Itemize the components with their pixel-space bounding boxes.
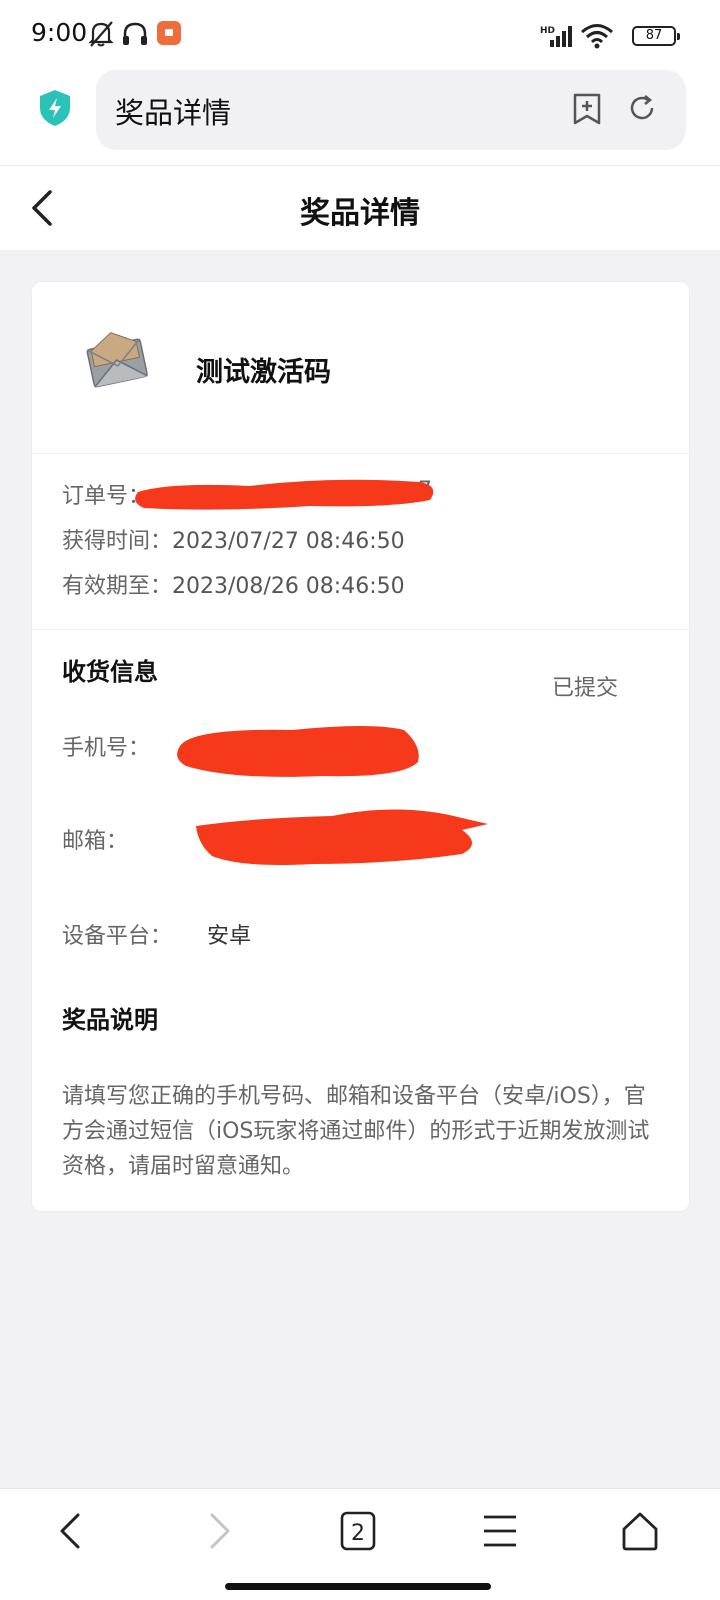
description-title: 奖品说明	[62, 1006, 158, 1034]
reload-icon[interactable]	[626, 92, 658, 128]
battery-icon: 87	[632, 26, 680, 46]
platform-value: 安卓	[207, 924, 252, 949]
redaction-mark	[196, 809, 488, 865]
browser-address-bar: 奖品详情	[0, 70, 720, 166]
wifi-icon	[580, 23, 616, 53]
bell-off-icon	[88, 20, 114, 52]
envelope-image	[84, 330, 150, 398]
network-type: HD	[540, 26, 555, 36]
redaction-mark	[135, 479, 434, 510]
menu-icon[interactable]	[480, 1509, 524, 1553]
home-indicator[interactable]	[225, 1583, 491, 1590]
prize-name: 测试激活码	[196, 357, 331, 388]
platform-label: 设备平台：	[62, 924, 173, 949]
expiry-label: 有效期至：	[62, 574, 173, 599]
shipping-status: 已提交	[552, 676, 619, 701]
shipping-title: 收货信息	[62, 658, 158, 686]
expiry-row: 有效期至：2023/08/26 08:46:50	[62, 568, 405, 600]
phone-label: 手机号：	[62, 736, 151, 761]
prize-row: 测试激活码	[32, 282, 689, 454]
obtained-time-row: 获得时间：2023/07/27 08:46:50	[62, 523, 405, 555]
tab-count: 2	[351, 1521, 365, 1546]
battery-level: 87	[645, 28, 663, 43]
expiry-value: 2023/08/26 08:46:50	[172, 574, 405, 599]
page-title: 奖品详情	[300, 196, 420, 231]
order-info: 订单号： 7 获得时间：2023/07/27 08:46:50 有效期至：202…	[32, 454, 689, 630]
description-text: 请填写您正确的手机号码、邮箱和设备平台（安卓/iOS），官方会通过短信（iOS玩…	[62, 1084, 650, 1179]
status-bar: 9:00 HD 87	[0, 0, 720, 70]
forward-icon[interactable]	[196, 1509, 240, 1553]
url-field[interactable]: 奖品详情	[96, 70, 686, 150]
home-icon[interactable]	[620, 1509, 664, 1553]
obtained-time-label: 获得时间：	[62, 529, 173, 554]
email-label: 邮箱：	[62, 829, 129, 854]
url-title: 奖品详情	[115, 96, 232, 130]
status-time: 9:00	[31, 18, 88, 47]
redaction-mark	[177, 726, 419, 777]
bookmark-add-icon[interactable]	[572, 92, 602, 130]
prize-card: 测试激活码 订单号： 7 获得时间：2023/07/27 08:46:50 有效…	[31, 281, 690, 1212]
headphones-icon	[121, 20, 149, 52]
app-notification-icon	[156, 20, 182, 50]
back-icon[interactable]	[50, 1509, 94, 1553]
tabs-icon[interactable]: 2	[338, 1509, 382, 1553]
signal-icon: HD	[540, 24, 576, 52]
page-header: 奖品详情	[0, 166, 720, 250]
obtained-time-value: 2023/07/27 08:46:50	[172, 529, 405, 554]
shield-bolt-icon[interactable]	[37, 88, 73, 132]
